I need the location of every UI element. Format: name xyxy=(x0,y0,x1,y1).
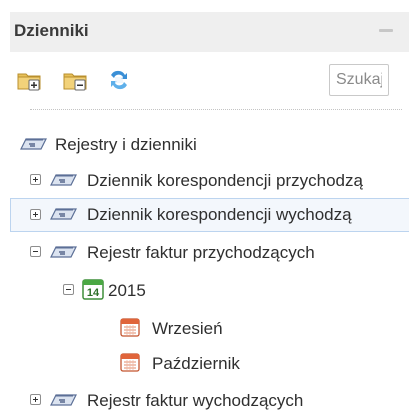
calendar-year-icon: 14 xyxy=(82,278,104,305)
collapse-toggle[interactable] xyxy=(30,246,41,257)
calendar-month-icon xyxy=(120,352,140,377)
tree-item-year-2015[interactable]: 14 2015 xyxy=(0,274,409,308)
tree-item-label: Dziennik korespondencji wychodzą xyxy=(87,205,352,224)
expand-toggle[interactable] xyxy=(30,174,41,185)
tree-item-label: 2015 xyxy=(108,281,146,300)
book-registry-icon xyxy=(50,244,78,265)
search-input[interactable] xyxy=(329,64,389,96)
book-registry-icon xyxy=(50,172,78,193)
collapse-toggle[interactable] xyxy=(63,284,74,295)
tree-item-label: Rejestr faktur wychodzących xyxy=(87,391,304,410)
tree-item-outgoing-correspondence[interactable]: Dziennik korespondencji wychodzą xyxy=(10,198,409,232)
toolbar xyxy=(10,62,409,100)
panel-header: Dzienniki xyxy=(10,12,409,52)
tree-item-outgoing-invoices[interactable]: Rejestr faktur wychodzących xyxy=(0,384,409,412)
tree-item-incoming-correspondence[interactable]: Dziennik korespondencji przychodzą xyxy=(0,164,409,198)
book-registry-icon xyxy=(50,206,78,227)
calendar-month-icon xyxy=(120,317,140,342)
folder-add-icon[interactable] xyxy=(16,68,44,94)
tree-root-label: Rejestry i dzienniki xyxy=(55,135,197,154)
tree-root[interactable]: Rejestry i dzienniki xyxy=(0,128,409,162)
tree-item-month-september[interactable]: Wrzesień xyxy=(0,312,409,346)
tree-item-label: Wrzesień xyxy=(152,319,223,338)
book-registry-icon xyxy=(50,392,78,412)
tree-item-label: Dziennik korespondencji przychodzą xyxy=(87,171,363,190)
refresh-icon[interactable] xyxy=(106,68,134,94)
journals-panel: Dzienniki Szukaj Rejestry i dzienniki Dz… xyxy=(0,0,409,412)
expand-toggle[interactable] xyxy=(30,209,41,220)
expand-toggle[interactable] xyxy=(30,394,41,405)
tree-item-label: Październik xyxy=(152,354,240,373)
tree-item-incoming-invoices[interactable]: Rejestr faktur przychodzących xyxy=(0,236,409,270)
panel-title: Dzienniki xyxy=(14,21,89,40)
collapse-icon[interactable] xyxy=(379,29,393,32)
toolbar-separator xyxy=(30,109,402,110)
tree-item-month-october[interactable]: Październik xyxy=(0,347,409,381)
tree-item-label: Rejestr faktur przychodzących xyxy=(87,243,315,262)
calendar-day-number: 14 xyxy=(87,287,100,299)
folder-remove-icon[interactable] xyxy=(62,68,90,94)
book-registry-icon xyxy=(20,136,48,157)
